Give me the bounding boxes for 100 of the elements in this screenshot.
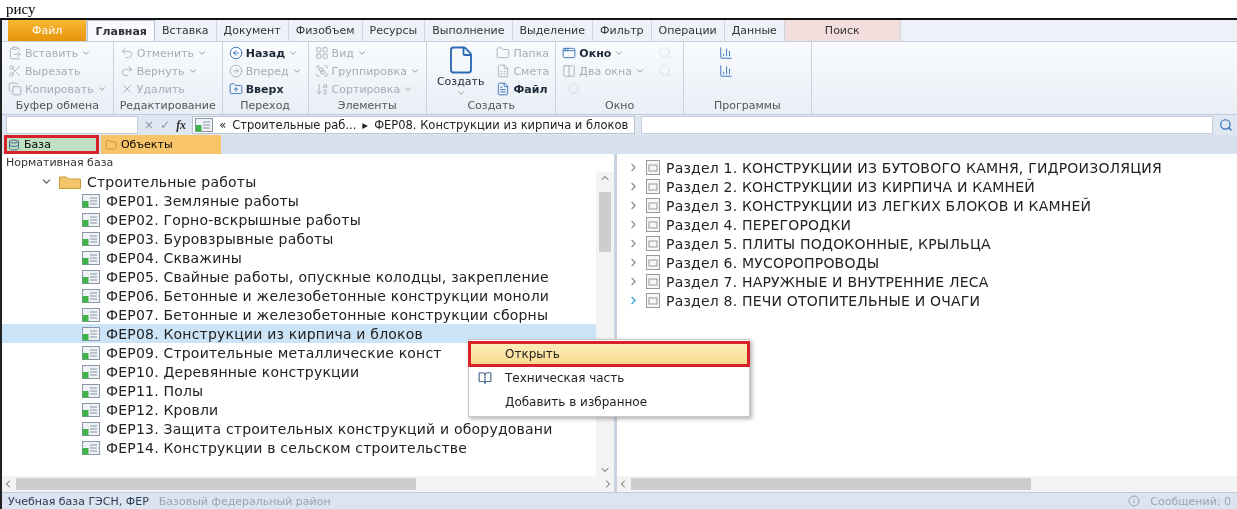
ribbon-tab[interactable]: Операции	[651, 20, 725, 41]
search-icon[interactable]	[1219, 118, 1233, 132]
section-item[interactable]: Раздел 5. ПЛИТЫ ПОДОКОННЫЕ, КРЫЛЬЦА	[666, 235, 991, 252]
document-icon	[82, 345, 100, 360]
document-icon	[82, 288, 100, 303]
panel-tab[interactable]: База	[4, 135, 99, 154]
section-item[interactable]: Раздел 8. ПЕЧИ ОТОПИТЕЛЬНЫЕ И ОЧАГИ	[666, 292, 981, 309]
tree-item[interactable]: ФЕР04. Скважины	[106, 249, 243, 266]
ribbon-button[interactable]: Вверх	[228, 80, 302, 98]
menu-item[interactable]: Техническая часть	[469, 366, 749, 390]
search-icon	[657, 46, 672, 60]
tree-item[interactable]: ФЕР07. Бетонные и железобетонные конструкции сборны	[106, 306, 549, 323]
page-icon	[646, 293, 660, 308]
tree-header: Нормативная база	[5, 155, 115, 171]
bar-chart-icon	[718, 64, 733, 78]
breadcrumb-item[interactable]: ФЕР08. Конструкции из кирпича и блоков	[374, 118, 629, 132]
ribbon-button[interactable]: Окно	[562, 44, 645, 62]
breadcrumb-field[interactable]: « Строительные раб... ▸ ФЕР08. Конструкции из кирпича и блоков	[192, 116, 636, 134]
ribbon-tab[interactable]: Вставка	[154, 20, 217, 41]
group-label: Редактирование	[119, 98, 216, 114]
tree-item[interactable]: ФЕР14. Конструкции в сельском строительстве	[106, 439, 467, 456]
document-icon	[82, 326, 100, 341]
ribbon-button[interactable]: Назад	[228, 44, 302, 62]
tree-item[interactable]: ФЕР11. Полы	[106, 382, 204, 399]
tree-item[interactable]: ФЕР13. Защита строительных конструкций и оборудовани	[106, 420, 553, 437]
ribbon-tab[interactable]: Физобъем	[288, 20, 363, 41]
search-field[interactable]	[641, 116, 1213, 134]
window-icon	[562, 46, 577, 60]
document-icon	[82, 402, 100, 417]
menu-item[interactable]: Открыть	[469, 342, 749, 366]
tree-item[interactable]: ФЕР12. Кровли	[106, 401, 219, 418]
section-item[interactable]: Раздел 6. МУСОРОПРОВОДЫ	[666, 254, 880, 271]
create-button[interactable]: Создать	[432, 44, 489, 98]
two-columns-icon	[562, 64, 577, 78]
document-icon	[82, 193, 100, 208]
section-item[interactable]: Раздел 2. КОНСТРУКЦИИ ИЗ КИРПИЧА И КАМНЕЙ	[666, 178, 1035, 195]
ribbon-button[interactable]: Файл	[496, 80, 550, 98]
folder-icon	[104, 138, 117, 151]
panel-tab[interactable]: Объекты	[100, 135, 221, 154]
section-item[interactable]: Раздел 1. КОНСТРУКЦИИ ИЗ БУТОВОГО КАМНЯ, ГИДРОИЗОЛЯЦИЯ	[666, 159, 1162, 176]
tree-item[interactable]: ФЕР09. Строительные металлические конст	[106, 344, 442, 361]
section-item[interactable]: Раздел 4. ПЕРЕГОРОДКИ	[666, 216, 852, 233]
folder-icon	[59, 174, 81, 189]
section-item[interactable]: Раздел 7. НАРУЖНЫЕ И ВНУТРЕННИЕ ЛЕСА	[666, 273, 989, 290]
ribbon-tab[interactable]: Данные	[724, 20, 785, 41]
group-label: Окно	[604, 98, 636, 114]
function-button[interactable]: fx	[176, 117, 187, 133]
page-icon	[646, 274, 660, 289]
spreadsheet-icon	[496, 64, 511, 78]
document-icon	[82, 231, 100, 246]
info-icon	[1128, 495, 1141, 507]
document-icon	[82, 421, 100, 436]
tree-item[interactable]: ФЕР06. Бетонные и железобетонные конструкции моноли	[106, 287, 550, 304]
tree-item[interactable]: ФЕР05. Свайные работы, опускные колодцы, закрепление	[106, 268, 549, 285]
document-icon	[82, 269, 100, 284]
database-icon	[8, 138, 20, 151]
folder-up-icon	[228, 82, 243, 96]
document-icon	[195, 118, 214, 132]
ribbon-tab[interactable]: Документ	[216, 20, 289, 41]
grid-icon	[314, 46, 329, 60]
group-label: Элементы	[336, 98, 398, 114]
breadcrumb-separator: ▸	[362, 118, 369, 132]
page-icon	[646, 255, 660, 270]
search-icon	[657, 64, 672, 78]
ribbon-tab[interactable]: Ресурсы	[362, 20, 426, 41]
file-icon	[496, 82, 511, 96]
horizontal-scrollbar[interactable]	[617, 476, 1237, 492]
section-item[interactable]: Раздел 3. КОНСТРУКЦИИ ИЗ ЛЕГКИХ БЛОКОВ И КАМНЕЙ	[666, 197, 1092, 214]
scroll-thumb[interactable]	[631, 478, 1031, 490]
tree-item[interactable]: ФЕР02. Горно-вскрышные работы	[106, 211, 361, 228]
ribbon-tab[interactable]: Поиск	[784, 20, 901, 41]
ribbon-tab[interactable]: Фильтр	[593, 20, 652, 41]
group-label: Переход	[239, 98, 291, 114]
scroll-thumb[interactable]	[16, 478, 416, 490]
back-button[interactable]: «	[219, 118, 227, 132]
folder-icon	[496, 46, 511, 60]
undo-icon	[119, 46, 134, 60]
menu-item[interactable]: Добавить в избранное	[469, 390, 749, 414]
ribbon-tab[interactable]: Выделение	[512, 20, 593, 41]
group-label: Создать	[466, 98, 516, 114]
tree-item[interactable]: ФЕР10. Деревянные конструкции	[106, 363, 360, 380]
name-field[interactable]	[6, 116, 138, 134]
tree-item[interactable]: ФЕР08. Конструкции из кирпича и блоков	[106, 325, 423, 342]
tree-item[interactable]: ФЕР03. Буровзрывные работы	[106, 230, 334, 247]
document-icon	[82, 250, 100, 265]
page-icon	[646, 198, 660, 213]
book-icon	[478, 371, 492, 385]
status-text: Сообщений: 0	[1150, 494, 1231, 508]
horizontal-scrollbar[interactable]	[2, 476, 614, 492]
ribbon-tab[interactable]: Выполнение	[425, 20, 513, 41]
group-label: Программы	[713, 98, 781, 114]
ribbon-tab[interactable]: Главная	[87, 20, 155, 41]
breadcrumb-item[interactable]: Строительные раб...	[232, 118, 357, 132]
scroll-thumb[interactable]	[599, 192, 611, 252]
document-icon	[82, 440, 100, 455]
scissors-icon	[8, 64, 22, 78]
tree-item[interactable]: Строительные работы	[87, 173, 257, 190]
tree-item[interactable]: ФЕР01. Земляные работы	[106, 192, 300, 209]
page-icon	[646, 236, 660, 251]
sort-icon	[314, 82, 329, 96]
